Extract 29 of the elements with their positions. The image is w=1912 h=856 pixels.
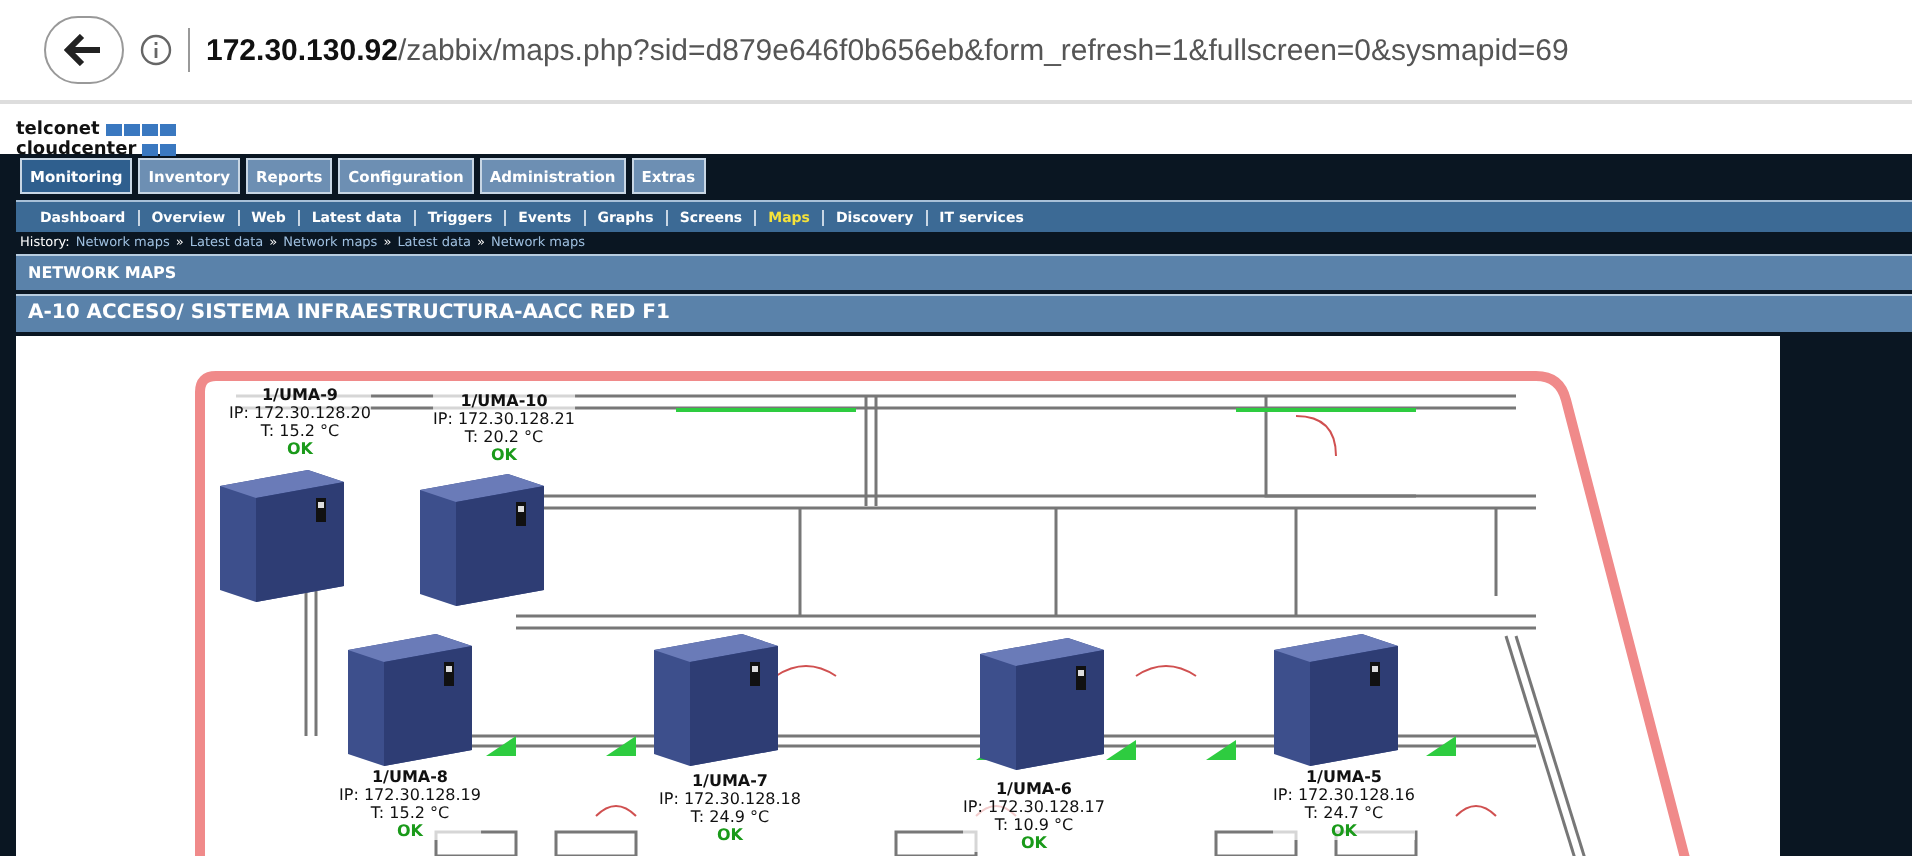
node-name: 1/UMA-5 — [1305, 768, 1382, 786]
node-ip: IP: 172.30.128.19 — [339, 786, 481, 804]
node-temperature: T: 15.2 °C — [260, 422, 340, 440]
node-temperature: T: 24.7 °C — [1304, 804, 1384, 822]
node-ip: IP: 172.30.128.21 — [433, 410, 575, 428]
node-ip: IP: 172.30.128.18 — [659, 790, 801, 808]
node-temperature: T: 15.2 °C — [370, 804, 450, 822]
node-temperature: T: 24.9 °C — [690, 808, 770, 826]
node-name: 1/UMA-9 — [261, 386, 338, 404]
node-name: 1/UMA-6 — [995, 780, 1072, 798]
node-status: OK — [287, 440, 313, 458]
node-temperature: T: 20.2 °C — [464, 428, 544, 446]
map-title: A-10 ACCESO/ SISTEMA INFRAESTRUCTURA-AACC RED F1 — [16, 294, 1912, 332]
node-ip: IP: 172.30.128.17 — [963, 798, 1105, 816]
back-button[interactable] — [44, 16, 124, 84]
node-temperature: T: 10.9 °C — [994, 816, 1074, 834]
node-status: OK — [717, 826, 743, 844]
node-name: 1/UMA-8 — [371, 768, 448, 786]
node-name: 1/UMA-7 — [691, 772, 768, 790]
node-name: 1/UMA-10 — [460, 392, 548, 410]
node-status: OK — [1021, 834, 1047, 852]
node-status: OK — [491, 446, 517, 464]
node-status: OK — [1331, 822, 1357, 840]
node-ip: IP: 172.30.128.16 — [1273, 786, 1415, 804]
section-header: NETWORK MAPS — [16, 254, 1912, 290]
back-arrow-icon — [64, 34, 104, 66]
info-icon[interactable] — [140, 34, 172, 66]
node-ip: IP: 172.30.128.20 — [229, 404, 371, 422]
node-status: OK — [397, 822, 423, 840]
